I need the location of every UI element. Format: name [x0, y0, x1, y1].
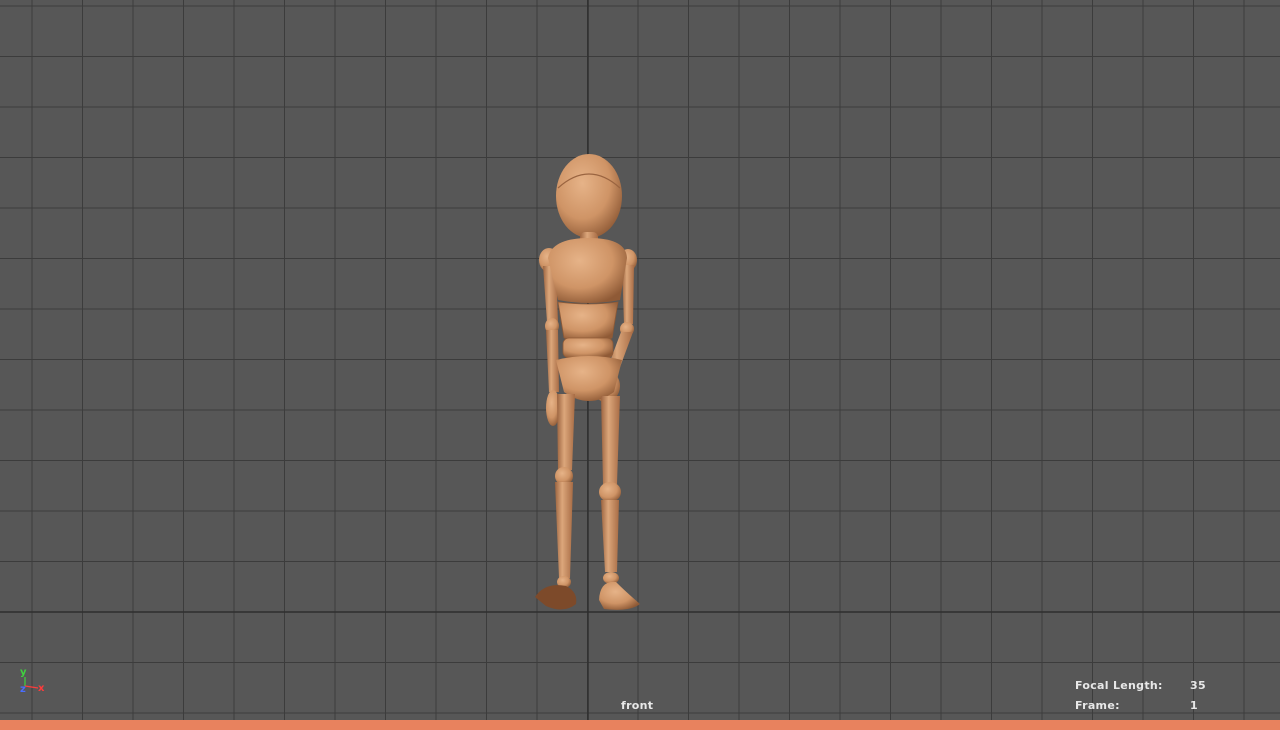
right-knee[interactable]	[599, 482, 621, 502]
mannequin-chest[interactable]	[548, 238, 627, 303]
focal-length-label: Focal Length:	[1075, 679, 1163, 692]
front-viewport[interactable]: y z x front Focal Length: 35 Frame: 1	[0, 0, 1280, 730]
frame-value: 1	[1190, 699, 1198, 712]
axis-orientation-gizmo: y z x	[16, 666, 50, 698]
mannequin-abdomen[interactable]	[557, 301, 619, 341]
left-foot[interactable]	[535, 585, 577, 610]
timeline-strip[interactable]	[0, 720, 1280, 730]
mannequin-model[interactable]	[0, 0, 1280, 720]
right-foot[interactable]	[599, 581, 640, 610]
x-axis-label: x	[38, 683, 45, 694]
y-axis-label: y	[20, 667, 27, 678]
mannequin-head[interactable]	[556, 154, 622, 238]
right-thigh[interactable]	[601, 396, 620, 484]
left-shin[interactable]	[555, 482, 573, 578]
x-axis-line	[24, 685, 39, 689]
frame-label: Frame:	[1075, 699, 1120, 712]
camera-name-label: front	[621, 699, 654, 712]
focal-length-value: 35	[1190, 679, 1206, 692]
left-thigh[interactable]	[557, 394, 575, 470]
mannequin-waist[interactable]	[562, 337, 614, 359]
right-shin[interactable]	[601, 500, 619, 572]
z-axis-label: z	[20, 684, 26, 695]
